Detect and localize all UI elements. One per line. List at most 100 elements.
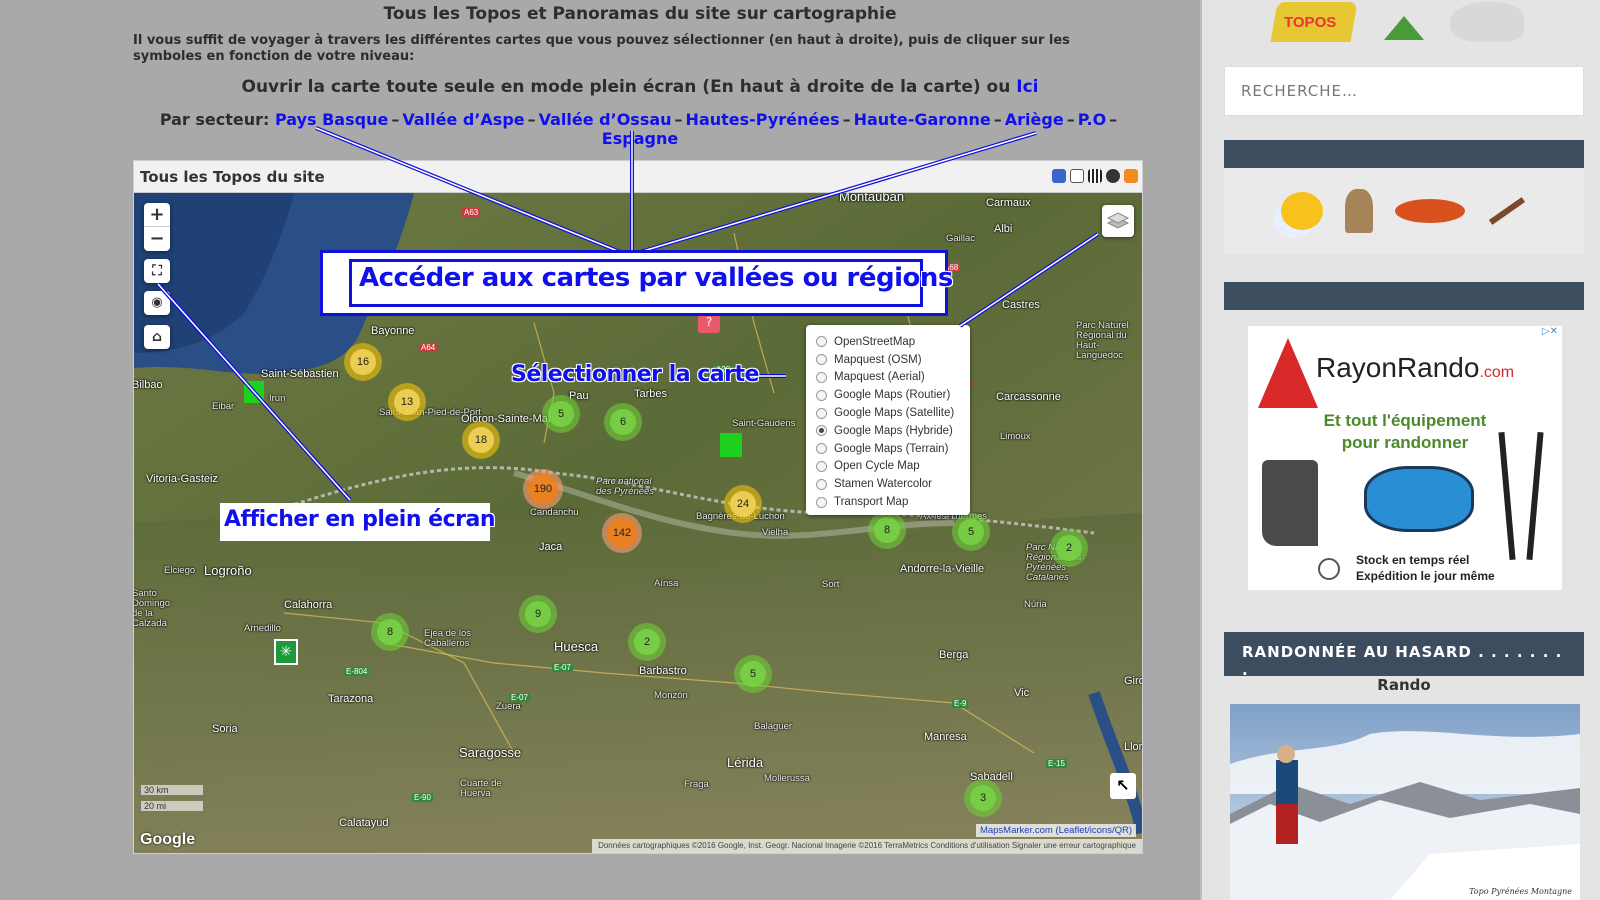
fullscreen-icon[interactable]	[1070, 169, 1084, 183]
road-a63: A63	[462, 208, 481, 217]
sector-link-espagne[interactable]: Espagne	[602, 129, 678, 148]
radio-button[interactable]	[816, 460, 827, 472]
rss-icon[interactable]	[1124, 169, 1138, 183]
ad-banner[interactable]: ▷✕ RayonRando.com Et tout l'équipement p…	[1248, 326, 1562, 590]
marker-cluster[interactable]: 2	[1050, 529, 1088, 567]
marker-cluster[interactable]: 16	[344, 343, 382, 381]
city-vielha: Vielha	[762, 527, 789, 538]
marker-cluster[interactable]: 3	[964, 779, 1002, 817]
marker-cluster[interactable]: 24	[724, 485, 762, 523]
radio-button-checked[interactable]	[816, 425, 827, 437]
marker-cluster[interactable]: 5	[734, 655, 772, 693]
city-cuarte: Cuarte de Huerva	[460, 778, 502, 799]
marker-cluster[interactable]: 2	[628, 623, 666, 661]
clock-icon	[1318, 558, 1340, 580]
ice-axe-icon[interactable]	[1488, 197, 1526, 225]
layer-label: OpenStreetMap	[834, 335, 916, 348]
road-a64: A64	[419, 343, 438, 352]
random-hike-photo[interactable]: Topo Pyrénées Montagne	[1230, 704, 1580, 900]
sector-link-hautes-pyrenees[interactable]: Hautes-Pyrénées	[686, 110, 840, 129]
zoom-in-button[interactable]: +	[144, 203, 170, 227]
flag-marker-icon[interactable]	[720, 433, 742, 457]
zoom-control: + −	[144, 203, 170, 251]
callout-select-map: Sélectionner la carte	[511, 362, 759, 387]
sector-link-haute-garonne[interactable]: Haute-Garonne	[854, 110, 991, 129]
radio-button[interactable]	[816, 496, 827, 508]
city-berga: Berga	[939, 649, 969, 661]
park-pyrenees: Parc national des Pyrénées	[596, 476, 655, 497]
city-soria: Soria	[212, 723, 238, 735]
sector-link-vallee-aspe[interactable]: Vallée d’Aspe	[402, 110, 524, 129]
layer-option[interactable]: Google Maps (Satellite)	[816, 404, 962, 422]
marker-cluster[interactable]: 8	[371, 613, 409, 651]
cluster-count: 2	[634, 629, 660, 655]
cluster-count: 8	[377, 619, 403, 645]
city-candanchu: Candanchu	[530, 507, 579, 518]
search-input[interactable]	[1241, 67, 1567, 115]
layer-label: Stamen Watercolor	[834, 478, 932, 491]
ad-close-icon[interactable]: ▷✕	[1542, 326, 1558, 337]
radio-button[interactable]	[816, 371, 827, 383]
weather-icon[interactable]	[1281, 192, 1323, 230]
fullscreen-link[interactable]: Ici	[1016, 77, 1038, 97]
sector-link-po[interactable]: P.O	[1078, 110, 1106, 129]
radio-button[interactable]	[816, 478, 827, 490]
city-carmaux: Carmaux	[986, 197, 1031, 209]
header-logo[interactable]: TOPOS	[1262, 0, 1562, 48]
ad-shipping: Expédition le jour même	[1356, 569, 1495, 583]
marker-cluster[interactable]: 8	[868, 511, 906, 549]
layer-option[interactable]: Google Maps (Routier)	[816, 386, 962, 404]
city-saragosse: Saragosse	[459, 745, 522, 760]
road-e07b: E-07	[509, 693, 530, 702]
sector-link-pays-basque[interactable]: Pays Basque	[275, 110, 388, 129]
layer-option[interactable]: Open Cycle Map	[816, 458, 962, 476]
guide-icon[interactable]	[1345, 189, 1373, 233]
ad-tagline: Et tout l'équipement pour randonner	[1248, 410, 1562, 454]
layer-option[interactable]: Google Maps (Terrain)	[816, 440, 962, 458]
warning-hiker-icon	[1258, 338, 1318, 408]
zoom-out-button[interactable]: −	[144, 227, 170, 251]
flag-marker-icon[interactable]	[244, 381, 264, 403]
road-e804: E-804	[344, 667, 370, 676]
layer-option[interactable]: Transport Map	[816, 493, 962, 511]
layer-label: Transport Map	[834, 496, 909, 509]
cluster-count: 6	[610, 409, 636, 435]
random-hike-header: RANDONNÉE AU HASARD . . . . . . . .	[1224, 632, 1584, 679]
helicopter-icon[interactable]	[1395, 199, 1465, 223]
layer-option[interactable]: Stamen Watercolor	[816, 475, 962, 493]
fullscreen-map-icon[interactable]: ⛶	[144, 259, 170, 283]
layer-option[interactable]: OpenStreetMap	[816, 333, 962, 351]
locate-icon[interactable]: ◉	[144, 291, 170, 315]
city-sort: Sort	[822, 579, 840, 590]
sun-marker-icon[interactable]: ✳	[274, 639, 298, 665]
sector-link-ariege[interactable]: Ariège	[1005, 110, 1064, 129]
city-arnedillo: Arnedillo	[244, 623, 281, 634]
marker-cluster[interactable]: 9	[519, 595, 557, 633]
mapsmarker-link[interactable]: MapsMarker.com (Leaflet/icons/QR)	[975, 824, 1136, 837]
radio-button[interactable]	[816, 389, 827, 401]
marker-cluster[interactable]: 13	[388, 383, 426, 421]
radio-button[interactable]	[816, 443, 827, 455]
home-icon[interactable]: ⌂	[144, 325, 170, 349]
radio-button[interactable]	[816, 336, 827, 348]
marker-cluster[interactable]: 5	[542, 395, 580, 433]
marker-cluster[interactable]: 190	[523, 469, 563, 509]
layer-option[interactable]: Mapquest (Aerial)	[816, 369, 962, 387]
geo-icon[interactable]	[1106, 169, 1120, 183]
marker-cluster[interactable]: 6	[604, 403, 642, 441]
radio-button[interactable]	[816, 354, 827, 366]
sector-link-vallee-ossau[interactable]: Vallée d’Ossau	[539, 110, 672, 129]
marker-cluster[interactable]: 142	[602, 513, 642, 553]
search-box	[1224, 66, 1584, 116]
marker-cluster[interactable]: 18	[462, 421, 500, 459]
marker-cluster[interactable]: 5	[952, 513, 990, 551]
radio-button[interactable]	[816, 407, 827, 419]
layer-option[interactable]: Mapquest (OSM)	[816, 351, 962, 369]
layers-icon[interactable]	[1102, 205, 1134, 237]
sidebar: TOPOS ▷✕ RayonRando.com Et tout l'équipe…	[1202, 0, 1600, 900]
layer-option-selected[interactable]: Google Maps (Hybride)	[816, 422, 962, 440]
qr-code-icon[interactable]	[1088, 169, 1102, 183]
collapse-arrow-icon[interactable]: ↖	[1110, 773, 1136, 799]
city-montauban: Montauban	[839, 193, 905, 204]
kml-icon[interactable]	[1052, 169, 1066, 183]
